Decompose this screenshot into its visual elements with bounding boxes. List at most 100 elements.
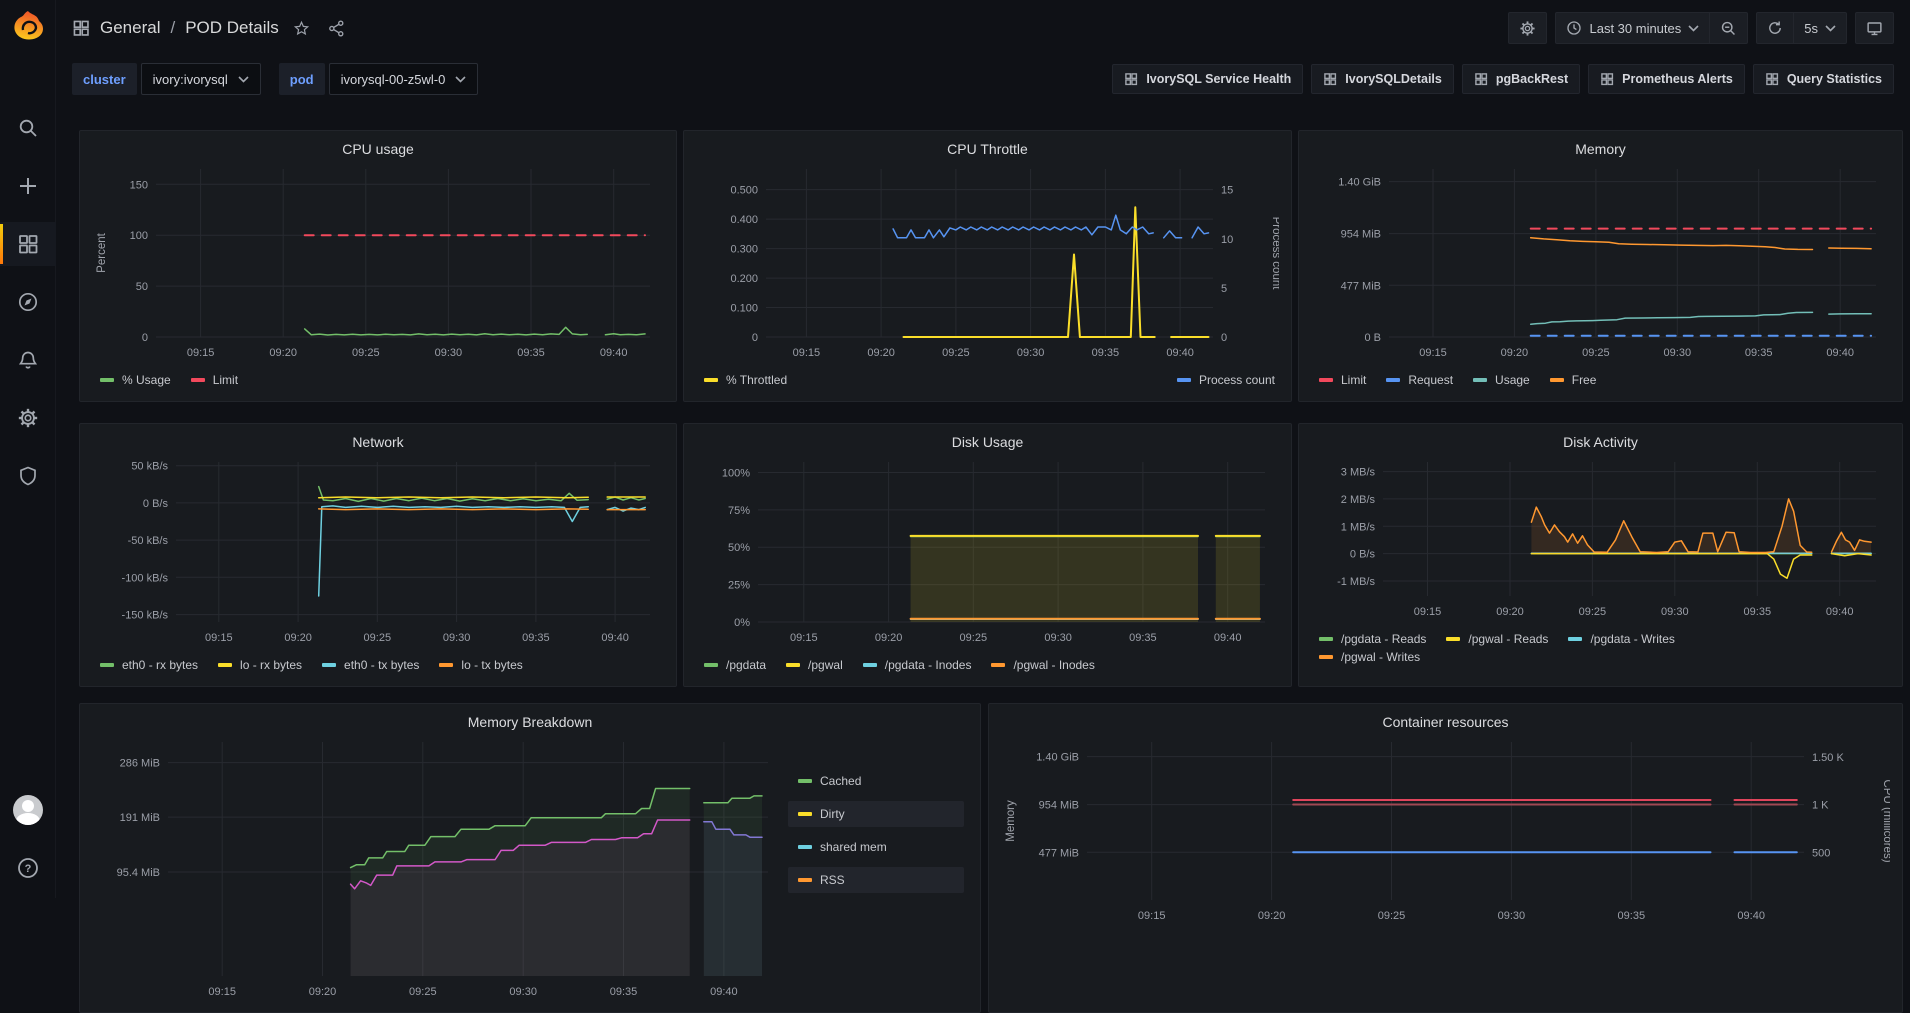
legend-label: lo - rx bytes	[240, 658, 302, 672]
sidebar-item-profile[interactable]	[0, 788, 56, 832]
sidebar-item-alerting[interactable]	[0, 338, 56, 382]
breadcrumb-dashboard-title[interactable]: POD Details	[185, 18, 279, 38]
refresh-interval-picker[interactable]: 5s	[1793, 12, 1847, 44]
dashboard-settings-button[interactable]	[1508, 12, 1547, 44]
x-tick-label: 09:30	[1661, 606, 1689, 618]
legend-swatch	[1319, 637, 1333, 641]
variable-cluster-label[interactable]: cluster	[72, 63, 137, 95]
legend-item[interactable]: /pgwal	[786, 658, 843, 672]
dashboard-link-ivorysql-service-health[interactable]: IvorySQL Service Health	[1112, 64, 1303, 94]
apps-grid-icon	[1765, 72, 1779, 86]
legend-item[interactable]: lo - tx bytes	[439, 658, 522, 672]
dashboard-link-label: IvorySQLDetails	[1345, 72, 1442, 86]
panel-title-network[interactable]: Network	[92, 430, 664, 454]
legend-swatch	[798, 845, 812, 849]
legend-item[interactable]: /pgdata	[704, 658, 766, 672]
dashboard-link-ivorysqldetails[interactable]: IvorySQLDetails	[1311, 64, 1454, 94]
legend-item[interactable]: eth0 - tx bytes	[322, 658, 419, 672]
legend-item[interactable]: % Throttled	[704, 373, 787, 387]
legend-item[interactable]: /pgdata - Inodes	[863, 658, 972, 672]
grafana-logo[interactable]	[10, 8, 46, 44]
breadcrumb-folder[interactable]: General	[100, 18, 160, 38]
dashboard-link-prometheus-alerts[interactable]: Prometheus Alerts	[1588, 64, 1745, 94]
series-fill	[704, 822, 762, 976]
panel-title-cpu-usage[interactable]: CPU usage	[92, 137, 664, 161]
x-tick-label: 09:20	[1496, 606, 1524, 618]
legend-label: % Throttled	[726, 373, 787, 387]
panel-title-memory-breakdown[interactable]: Memory Breakdown	[92, 710, 968, 734]
panel-title-disk-usage[interactable]: Disk Usage	[696, 430, 1279, 454]
sidebar-item-explore[interactable]	[0, 280, 56, 324]
panel-title-cpu-throttle[interactable]: CPU Throttle	[696, 137, 1279, 161]
time-range-picker[interactable]: Last 30 minutes	[1555, 12, 1709, 44]
share-icon[interactable]	[324, 20, 349, 37]
dashboard-link-pgbackrest[interactable]: pgBackRest	[1462, 64, 1580, 94]
y-tick-label: 1.40 GiB	[1338, 177, 1381, 189]
legend-item[interactable]: Cached	[788, 768, 964, 794]
legend-item[interactable]: /pgwal - Reads	[1446, 632, 1548, 646]
legend-item[interactable]: % Usage	[100, 373, 171, 387]
sidebar-item-dashboards[interactable]	[0, 222, 56, 266]
plus-icon	[17, 175, 39, 197]
y-tick-label: -1 MB/s	[1337, 576, 1375, 588]
y-tick-label: 50 kB/s	[131, 461, 168, 473]
legend-item[interactable]: eth0 - rx bytes	[100, 658, 198, 672]
legend-item[interactable]: Free	[1550, 373, 1597, 387]
panel-container-resources: Container resources 477 MiB954 MiB1.40 G…	[988, 703, 1903, 1013]
panel-title-container-resources[interactable]: Container resources	[1001, 710, 1890, 734]
y-axis-label: Percent	[96, 232, 108, 272]
sidebar-item-search[interactable]	[0, 106, 56, 150]
legend-swatch	[1568, 637, 1582, 641]
panel-disk-usage: Disk Usage 0%25%50%75%100%09:1509:2009:2…	[683, 423, 1292, 687]
variable-pod-select[interactable]: ivorysql-00-z5wl-0	[329, 63, 479, 95]
legend-item[interactable]: Usage	[1473, 373, 1530, 387]
monitor-icon	[1866, 20, 1883, 37]
legend-item[interactable]: /pgwal - Writes	[1319, 650, 1420, 664]
legend-item[interactable]: /pgwal - Inodes	[991, 658, 1094, 672]
variable-pod-label[interactable]: pod	[279, 63, 325, 95]
dashboard-link-query-statistics[interactable]: Query Statistics	[1753, 64, 1894, 94]
x-tick-label: 09:35	[1129, 632, 1157, 644]
x-tick-label: 09:40	[1214, 632, 1242, 644]
panel-title-memory[interactable]: Memory	[1311, 137, 1890, 161]
legend-item[interactable]: Limit	[191, 373, 238, 387]
apps-grid-icon	[1323, 72, 1337, 86]
memory-chart: 0 B477 MiB954 MiB1.40 GiB09:1509:2009:25…	[1311, 161, 1890, 367]
legend-item[interactable]: shared mem	[788, 834, 964, 860]
cpu-usage-legend: % Usage Limit	[92, 367, 664, 387]
legend-item[interactable]: RSS	[788, 867, 964, 893]
variable-cluster-value: ivory:ivorysql	[153, 72, 228, 87]
y-tick-label: 50%	[728, 542, 750, 554]
x-tick-label: 09:40	[1737, 910, 1765, 922]
legend-item[interactable]: Process count	[1177, 373, 1275, 387]
zoom-out-button[interactable]	[1709, 12, 1748, 44]
legend-item[interactable]: lo - rx bytes	[218, 658, 302, 672]
y-right-tick-label: 15	[1221, 185, 1233, 197]
legend-item[interactable]: /pgdata - Writes	[1568, 632, 1674, 646]
chart-canvas: 0 B477 MiB954 MiB1.40 GiB09:1509:2009:25…	[1311, 161, 1890, 367]
y-right-tick-label: 500	[1812, 847, 1830, 859]
series-line	[605, 334, 645, 335]
star-icon[interactable]	[289, 20, 314, 37]
sidebar-item-help[interactable]: ?	[0, 846, 56, 890]
refresh-button[interactable]	[1756, 12, 1793, 44]
sidebar-item-create[interactable]	[0, 164, 56, 208]
legend-item[interactable]: Limit	[1319, 373, 1366, 387]
kiosk-mode-button[interactable]	[1855, 12, 1894, 44]
memory-legend: Limit Request Usage Free	[1311, 367, 1890, 387]
legend-item[interactable]: Dirty	[788, 801, 964, 827]
sidebar: ?	[0, 0, 56, 898]
sidebar-item-server-admin[interactable]	[0, 454, 56, 498]
sidebar-item-configuration[interactable]	[0, 396, 56, 440]
legend-item[interactable]: Request	[1386, 373, 1453, 387]
gear-icon	[17, 407, 39, 429]
x-tick-label: 09:35	[1745, 347, 1773, 359]
y-tick-label: 75%	[728, 505, 750, 517]
legend-item[interactable]: /pgdata - Reads	[1319, 632, 1426, 646]
variable-cluster-select[interactable]: ivory:ivorysql	[141, 63, 261, 95]
x-tick-label: 09:40	[1826, 606, 1854, 618]
gear-icon	[1519, 20, 1536, 37]
y-right-axis-label: CPU (millicores)	[1881, 779, 1890, 862]
panel-title-disk-activity[interactable]: Disk Activity	[1311, 430, 1890, 454]
apps-grid-icon	[1474, 72, 1488, 86]
